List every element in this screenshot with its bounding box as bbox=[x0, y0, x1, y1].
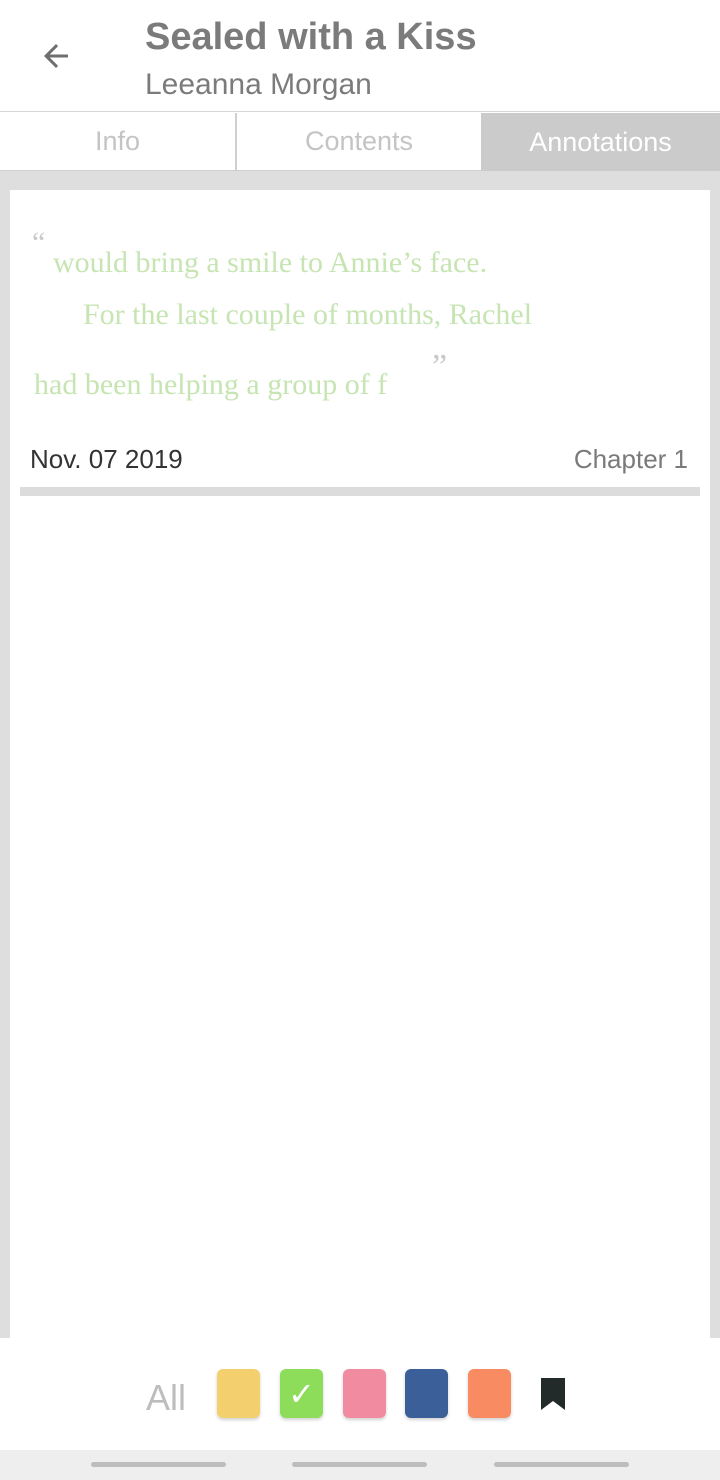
annotation-list: “ would bring a smile to Annie’s face. F… bbox=[10, 190, 710, 1338]
tab-contents[interactable]: Contents bbox=[237, 113, 481, 171]
filter-orange-swatch[interactable] bbox=[468, 1369, 511, 1418]
filter-all-button[interactable]: All bbox=[146, 1377, 186, 1419]
highlight-text-line: For the last couple of months, Rachel bbox=[83, 298, 533, 331]
filter-green-swatch[interactable]: ✓ bbox=[280, 1369, 323, 1418]
back-button[interactable] bbox=[28, 30, 84, 82]
filter-yellow-swatch[interactable] bbox=[217, 1369, 260, 1418]
annotation-item[interactable]: “ would bring a smile to Annie’s face. F… bbox=[10, 190, 710, 498]
tab-annotations[interactable]: Annotations bbox=[481, 113, 720, 171]
nav-recents-handle[interactable] bbox=[91, 1462, 226, 1467]
checkmark-icon: ✓ bbox=[288, 1374, 315, 1413]
highlight-text-line: would bring a smile to Annie’s face. bbox=[53, 246, 488, 279]
annotation-date: Nov. 07 2019 bbox=[30, 444, 183, 474]
bookmark-icon[interactable] bbox=[539, 1377, 567, 1411]
book-title: Sealed with a Kiss bbox=[145, 16, 477, 58]
highlight-text-line: had been helping a group of f bbox=[34, 368, 388, 401]
tab-bar: Info Contents Annotations bbox=[0, 113, 720, 171]
open-quote-mark: “ bbox=[32, 226, 46, 259]
close-quote-mark: ” bbox=[432, 348, 448, 385]
annotation-chapter: Chapter 1 bbox=[573, 444, 688, 474]
book-author: Leeanna Morgan bbox=[145, 68, 372, 101]
app-header: Sealed with a Kiss Leeanna Morgan bbox=[0, 0, 720, 112]
tab-info[interactable]: Info bbox=[0, 113, 237, 171]
filter-pink-swatch[interactable] bbox=[343, 1369, 386, 1418]
arrow-left-icon bbox=[44, 44, 68, 68]
nav-home-handle[interactable] bbox=[292, 1462, 427, 1467]
filter-blue-swatch[interactable] bbox=[405, 1369, 448, 1418]
nav-back-handle[interactable] bbox=[494, 1462, 629, 1467]
annotation-divider bbox=[20, 487, 700, 496]
